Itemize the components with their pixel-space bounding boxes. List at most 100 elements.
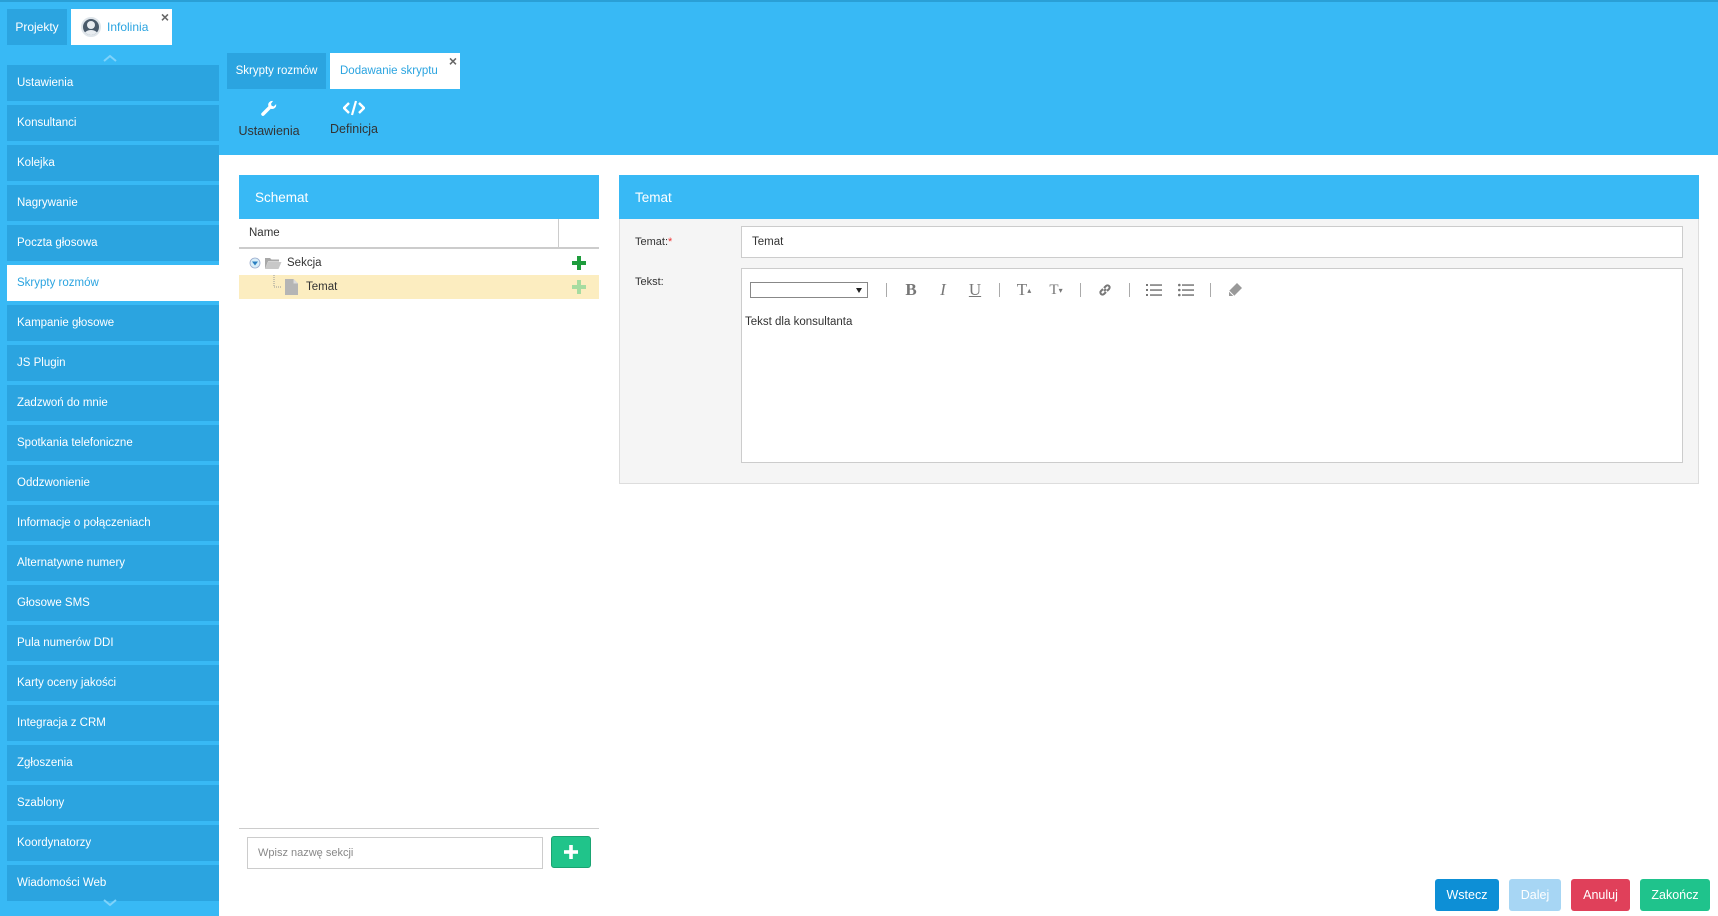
temat-label-text: Temat: [635,236,669,248]
toolbar-separator [886,283,887,297]
tab-dodawanie-skryptu[interactable]: Dodawanie skryptu × [330,53,460,89]
sidebar-item-glosowe-sms[interactable]: Głosowe SMS [7,585,219,621]
format-select[interactable] [750,282,868,298]
close-icon[interactable]: × [449,54,457,68]
sidebar-item-oddzwonienie[interactable]: Oddzwonienie [7,465,219,501]
sidebar-item-koordynatorzy[interactable]: Koordynatorzy [7,825,219,861]
tree-row-topic[interactable]: Temat [239,275,599,299]
sidebar-item-ustawienia[interactable]: Ustawienia [7,65,219,101]
temat-panel: Temat Temat:* Temat Tekst: B I U T▴ T▾ [619,175,1699,484]
tab-skrypty-rozmow[interactable]: Skrypty rozmów [227,53,326,89]
sidebar-item-label: Głosowe SMS [17,597,90,609]
sidebar-item-label: JS Plugin [17,357,66,369]
collapse-toggle-icon[interactable] [249,257,261,269]
sidebar-item-label: Poczta głosowa [17,237,98,249]
tab-infolinia[interactable]: Infolinia × [71,9,172,45]
superscript-icon[interactable]: T ▴ [1008,279,1040,301]
toolbar-separator [999,283,1000,297]
content-header: Skrypty rozmów Dodawanie skryptu × Ustaw… [219,52,1718,155]
ordered-list-icon[interactable] [1138,279,1170,301]
sidebar: Ustawienia Konsultanci Kolejka Nagrywanie Po… [0,52,219,916]
settings-button[interactable]: Ustawienia [238,100,300,138]
temat-label: Temat:* [635,236,672,248]
tree-header: Name [239,219,599,249]
subscript-icon[interactable]: T ▾ [1040,279,1072,301]
unordered-list-icon[interactable] [1170,279,1202,301]
sidebar-item-label: Alternatywne numery [17,557,126,569]
sidebar-item-nagrywanie[interactable]: Nagrywanie [7,185,219,221]
sidebar-item-label: Kampanie głosowe [17,317,115,329]
sidebar-item-alternatywne-numery[interactable]: Alternatywne numery [7,545,219,581]
sidebar-item-label: Skrypty rozmów [17,277,99,289]
wrench-icon [261,100,277,116]
sidebar-item-label: Szablony [17,797,65,809]
sidebar-item-label: Nagrywanie [17,197,78,209]
sidebar-item-informacje-o-polaczeniach[interactable]: Informacje o połączeniach [7,505,219,541]
scroll-up-chevron-icon[interactable] [0,52,219,64]
sidebar-item-label: Zgłoszenia [17,757,73,769]
settings-label: Ustawienia [238,124,300,138]
sidebar-item-label: Oddzwonienie [17,477,90,489]
sidebar-item-label: Wiadomości Web [17,877,107,889]
editor-content[interactable]: Tekst dla konsultanta [745,316,852,328]
plus-icon [564,845,578,859]
add-section-button[interactable] [551,836,591,868]
sidebar-item-kolejka[interactable]: Kolejka [7,145,219,181]
sidebar-item-karty-oceny-jakosci[interactable]: Karty oceny jakości [7,665,219,701]
tekst-label: Tekst: [635,276,664,288]
sidebar-item-wiadomosci-web[interactable]: Wiadomości Web [7,865,219,901]
editor-toolbar: B I U T ▴ T ▾ [750,279,1251,301]
sidebar-item-label: Zadzwoń do mnie [17,397,108,409]
sidebar-item-poczta-glosowa[interactable]: Poczta głosowa [7,225,219,261]
back-button[interactable]: Wstecz [1435,879,1499,911]
tab-projekty[interactable]: Projekty [7,9,67,45]
cancel-button[interactable]: Anuluj [1571,879,1630,911]
sidebar-item-konsultanci[interactable]: Konsultanci [7,105,219,141]
sidebar-item-pula-numerow-ddi[interactable]: Pula numerów DDI [7,625,219,661]
sidebar-item-kampanie-glosowe[interactable]: Kampanie głosowe [7,305,219,341]
sidebar-item-label: Konsultanci [17,117,77,129]
tree-section-label[interactable]: Sekcja [287,257,322,269]
next-button[interactable]: Dalej [1509,879,1561,911]
close-icon[interactable]: × [161,10,169,24]
toolbar-separator [1129,283,1130,297]
temat-input-value: Temat [752,236,784,248]
underline-icon[interactable]: U [959,279,991,301]
temat-input[interactable]: Temat [741,226,1683,258]
sidebar-item-label: Informacje o połączeniach [17,517,151,529]
add-item-disabled-icon [572,280,586,294]
sidebar-item-label: Karty oceny jakości [17,677,117,689]
sidebar-item-zgloszenia[interactable]: Zgłoszenia [7,745,219,781]
sidebar-item-szablony[interactable]: Szablony [7,785,219,821]
sidebar-item-label: Kolejka [17,157,55,169]
toolbar-separator [1080,283,1081,297]
sidebar-item-label: Spotkania telefoniczne [17,437,133,449]
sidebar-item-js-plugin[interactable]: JS Plugin [7,345,219,381]
tree-topic-label[interactable]: Temat [306,281,337,293]
avatar-icon [81,17,101,37]
italic-icon[interactable]: I [927,279,959,301]
add-item-icon[interactable] [571,255,587,271]
sidebar-item-spotkania-telefoniczne[interactable]: Spotkania telefoniczne [7,425,219,461]
sidebar-item-skrypty-rozmow[interactable]: Skrypty rozmów [7,265,219,301]
tab-dodawanie-skryptu-label: Dodawanie skryptu [340,65,438,77]
code-icon [343,100,365,116]
file-icon [285,279,298,295]
clear-format-icon[interactable] [1219,279,1251,301]
schemat-panel: Schemat Name Sekcja Temat [239,175,599,875]
tree-row-section[interactable]: Sekcja [239,251,599,275]
sidebar-item-integracja-z-crm[interactable]: Integracja z CRM [7,705,219,741]
finish-button[interactable]: Zakończ [1640,879,1710,911]
link-icon[interactable] [1089,279,1121,301]
rich-text-editor[interactable]: B I U T ▴ T ▾ Tekst dla konsultanta [741,268,1683,463]
toolbar-separator [1210,283,1211,297]
section-name-input[interactable] [247,837,543,869]
column-name-header: Name [249,227,280,239]
sidebar-item-label: Pula numerów DDI [17,637,114,649]
sidebar-item-zadzwon-do-mnie[interactable]: Zadzwoń do mnie [7,385,219,421]
definition-button[interactable]: Definicja [329,100,379,136]
scroll-down-chevron-icon[interactable] [0,897,219,909]
bold-icon[interactable]: B [895,279,927,301]
tab-projekty-label: Projekty [15,20,59,34]
tab-skrypty-rozmow-label: Skrypty rozmów [235,65,318,77]
